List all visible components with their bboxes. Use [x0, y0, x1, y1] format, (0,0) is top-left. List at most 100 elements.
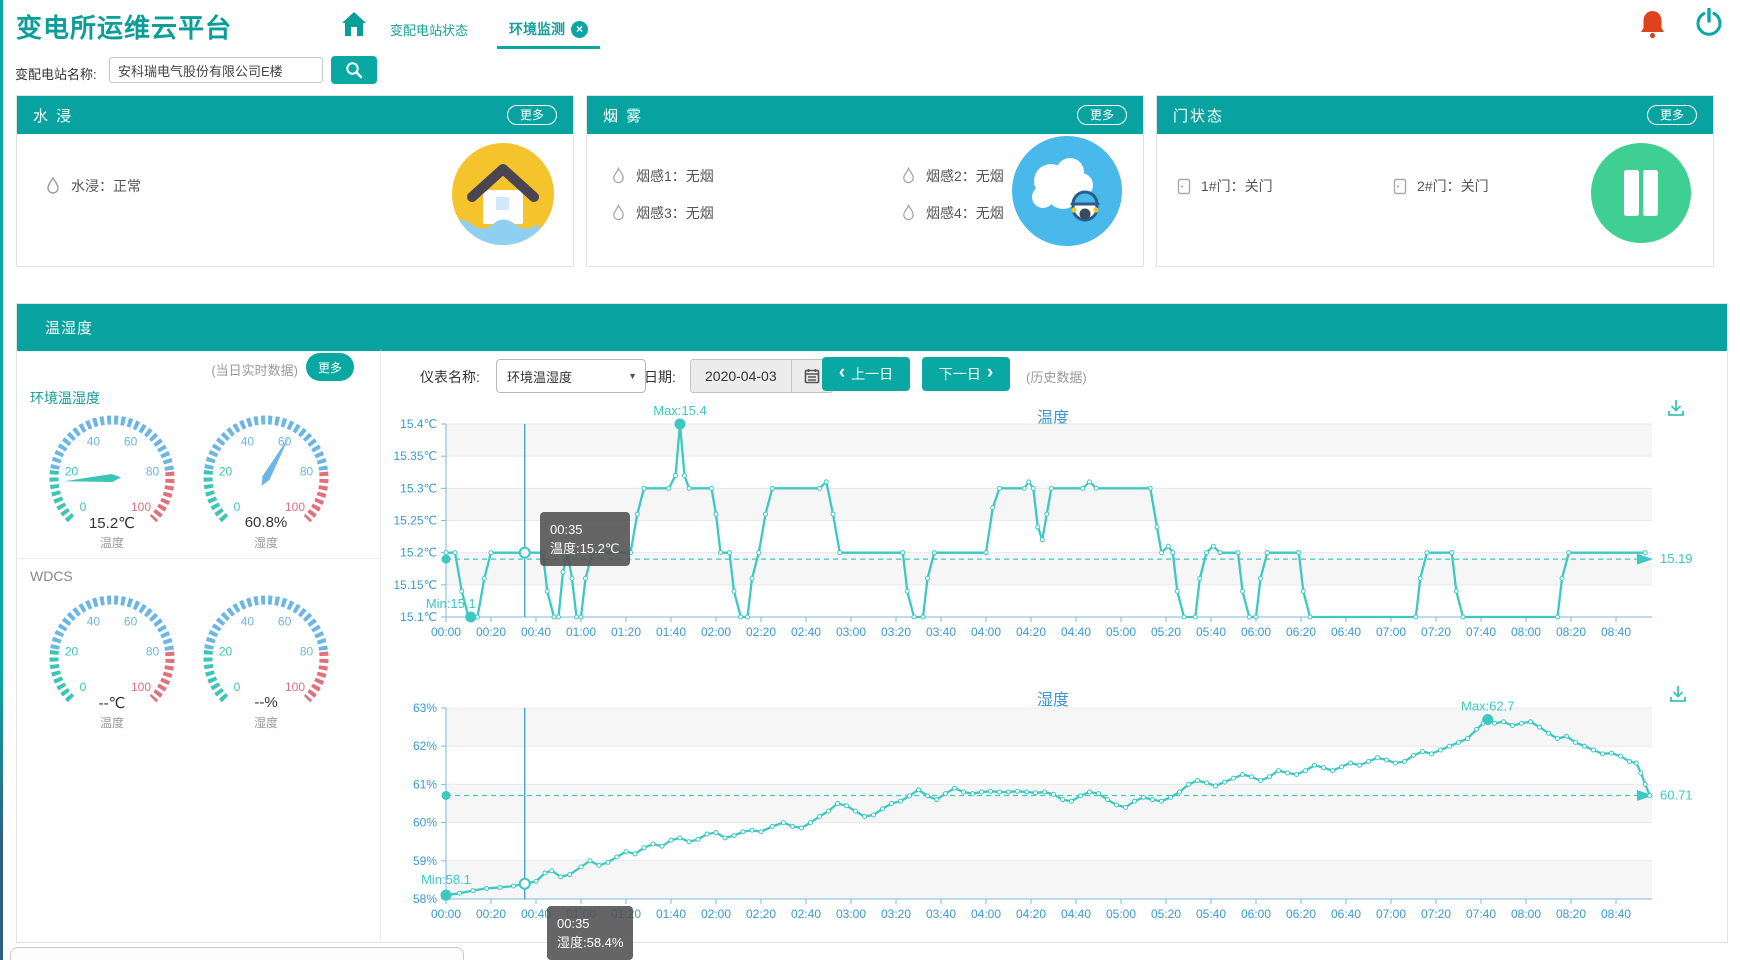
meter-select[interactable]: 环境温湿度 ▼: [496, 359, 646, 393]
svg-text:40: 40: [87, 434, 101, 448]
svg-text:60: 60: [278, 434, 292, 448]
svg-text:00:20: 00:20: [476, 625, 506, 639]
door-more-button[interactable]: 更多: [1647, 105, 1697, 125]
date-input[interactable]: 2020-04-03: [690, 359, 833, 393]
svg-text:08:00: 08:00: [1511, 625, 1541, 639]
svg-text:0: 0: [234, 680, 241, 694]
card-title: 水 浸: [33, 105, 73, 126]
item-label: 2#门：: [1417, 176, 1461, 196]
svg-text:03:20: 03:20: [881, 907, 911, 921]
tab-substation-status[interactable]: 变配电站状态: [390, 20, 468, 39]
magnifier-icon: [345, 61, 363, 79]
tooltip-value: 温度:15.2℃: [550, 539, 620, 558]
gauge-humidity-env: 020406080100: [186, 408, 346, 528]
svg-text:60%: 60%: [413, 816, 437, 830]
card-door: 门状态 更多 1#门： 关门 2#门： 关门: [1156, 95, 1714, 267]
gauges-more-button[interactable]: 更多: [306, 353, 354, 381]
item-value: 无烟: [976, 203, 1004, 223]
svg-text:80: 80: [300, 645, 314, 659]
svg-text:80: 80: [146, 645, 160, 659]
water-badge-icon: [449, 140, 557, 248]
svg-text:01:20: 01:20: [611, 625, 641, 639]
door-item-1: 1#门： 关门: [1177, 176, 1273, 196]
chart-humidity[interactable]: 63%62%61%60%59%58%00:0000:2000:4001:0001…: [380, 660, 1726, 940]
svg-text:07:00: 07:00: [1376, 907, 1406, 921]
flame-icon: [611, 204, 626, 222]
svg-text:08:40: 08:40: [1601, 907, 1631, 921]
bell-icon[interactable]: [1639, 9, 1666, 39]
water-status-item: 水浸： 正常: [45, 176, 141, 196]
chevron-left-icon: ‹: [839, 362, 845, 384]
item-value: 关门: [1461, 176, 1489, 196]
item-value: 无烟: [976, 166, 1004, 186]
search-input[interactable]: [109, 57, 323, 83]
tab-label: 变配电站状态: [390, 23, 468, 38]
svg-text:04:00: 04:00: [971, 907, 1001, 921]
gauge-group-label-2: WDCS: [30, 568, 73, 584]
svg-text:03:40: 03:40: [926, 907, 956, 921]
tooltip-value: 湿度:58.4%: [557, 933, 623, 952]
item-label: 烟感1：: [636, 166, 686, 186]
svg-text:100: 100: [131, 680, 151, 694]
smoke-badge-icon: [1011, 135, 1123, 247]
svg-text:Max:15.4: Max:15.4: [653, 403, 706, 418]
item-label: 烟感3：: [636, 203, 686, 223]
svg-text:05:20: 05:20: [1151, 907, 1181, 921]
door-badge-icon: [1589, 141, 1693, 245]
svg-text:02:40: 02:40: [791, 907, 821, 921]
tab-close-icon[interactable]: ×: [571, 21, 588, 38]
svg-text:01:00: 01:00: [566, 625, 596, 639]
panel-header: 温湿度: [17, 304, 1727, 351]
svg-text:40: 40: [241, 434, 255, 448]
svg-text:Max:62.7: Max:62.7: [1461, 698, 1514, 713]
svg-text:02:40: 02:40: [791, 625, 821, 639]
svg-text:06:20: 06:20: [1286, 625, 1316, 639]
svg-text:15.2℃: 15.2℃: [400, 546, 437, 560]
next-day-button[interactable]: 下一日 ›: [922, 357, 1010, 391]
gauge-temp-env: 020406080100: [32, 408, 192, 528]
svg-text:58%: 58%: [413, 892, 437, 906]
svg-text:63%: 63%: [413, 701, 437, 715]
card-water-header: 水 浸 更多: [17, 96, 573, 134]
home-icon[interactable]: [341, 11, 367, 37]
svg-text:0: 0: [234, 500, 241, 514]
gauge-temp-wdcs: 020406080100: [32, 588, 192, 708]
bottom-drawer[interactable]: [10, 947, 464, 960]
water-drop-icon: [45, 177, 61, 195]
tab-env-monitor[interactable]: 环境监测 ×: [509, 19, 588, 39]
svg-text:02:20: 02:20: [746, 907, 776, 921]
item-label: 水浸：: [71, 176, 113, 196]
svg-text:00:00: 00:00: [431, 907, 461, 921]
search-button[interactable]: [331, 56, 377, 84]
svg-text:15.3℃: 15.3℃: [400, 481, 437, 495]
water-more-button[interactable]: 更多: [507, 105, 557, 125]
meter-name-label: 仪表名称:: [420, 367, 480, 387]
meter-select-value: 环境温湿度: [507, 367, 572, 386]
prev-day-button[interactable]: ‹ 上一日: [822, 357, 910, 391]
panel-title: 温湿度: [45, 317, 93, 338]
chevron-down-icon: ▼: [628, 371, 637, 381]
smoke-item-1: 烟感1： 无烟: [611, 166, 714, 186]
power-icon[interactable]: [1695, 8, 1723, 38]
search-label: 变配电站名称:: [15, 64, 97, 83]
smoke-item-3: 烟感3： 无烟: [611, 203, 714, 223]
smoke-more-button[interactable]: 更多: [1077, 105, 1127, 125]
svg-text:07:20: 07:20: [1421, 625, 1451, 639]
svg-text:04:20: 04:20: [1016, 907, 1046, 921]
left-accent-bar: [0, 0, 3, 960]
door-icon: [1177, 178, 1191, 195]
svg-text:15.15℃: 15.15℃: [393, 578, 437, 592]
svg-text:100: 100: [285, 680, 305, 694]
svg-text:03:40: 03:40: [926, 625, 956, 639]
svg-text:60: 60: [124, 434, 138, 448]
svg-text:06:00: 06:00: [1241, 907, 1271, 921]
flame-icon: [901, 204, 916, 222]
card-door-header: 门状态 更多: [1157, 96, 1713, 134]
card-title: 门状态: [1173, 105, 1224, 126]
svg-text:05:40: 05:40: [1196, 625, 1226, 639]
date-value: 2020-04-03: [691, 360, 791, 392]
svg-text:20: 20: [219, 645, 233, 659]
svg-text:03:00: 03:00: [836, 625, 866, 639]
svg-text:01:40: 01:40: [656, 625, 686, 639]
gauge-value: --%: [221, 694, 311, 711]
